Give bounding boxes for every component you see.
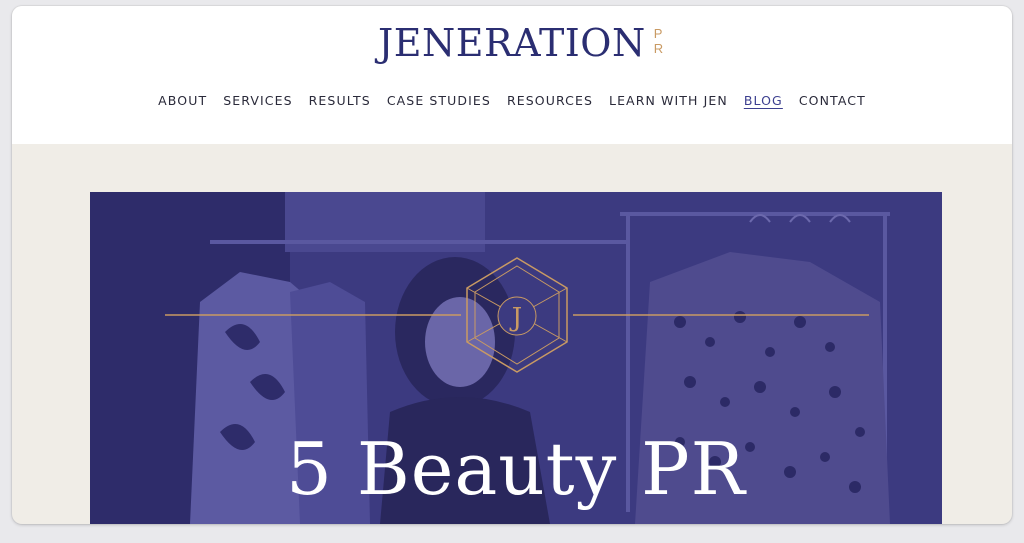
site-header: JENERATION P R ABOUT SERVICES RESULTS CA… [12,6,1012,144]
logo-pr-mark: P R [654,26,663,56]
browser-page: JENERATION P R ABOUT SERVICES RESULTS CA… [12,6,1012,524]
emblem-letter: J [509,303,522,333]
nav-contact[interactable]: CONTACT [799,93,866,108]
main-nav: ABOUT SERVICES RESULTS CASE STUDIES RESO… [12,93,1012,108]
logo-pr-top: P [653,26,663,41]
nav-case-studies[interactable]: CASE STUDIES [387,93,491,108]
logo-wordmark: JENERATION [378,21,646,65]
nav-learn-with-jen[interactable]: LEARN WITH JEN [609,93,728,108]
nav-results[interactable]: RESULTS [309,93,371,108]
nav-blog[interactable]: BLOG [744,93,783,108]
monogram-emblem: J [165,257,869,373]
nav-about[interactable]: ABOUT [158,93,207,108]
blog-post-title: 5 Beauty PR [286,427,746,511]
logo-pr-bottom: R [653,41,664,56]
nav-services[interactable]: SERVICES [223,93,292,108]
nav-resources[interactable]: RESOURCES [507,93,593,108]
blog-hero-image[interactable]: J 5 Beauty PR [90,192,942,524]
site-logo[interactable]: JENERATION P R [378,20,663,70]
